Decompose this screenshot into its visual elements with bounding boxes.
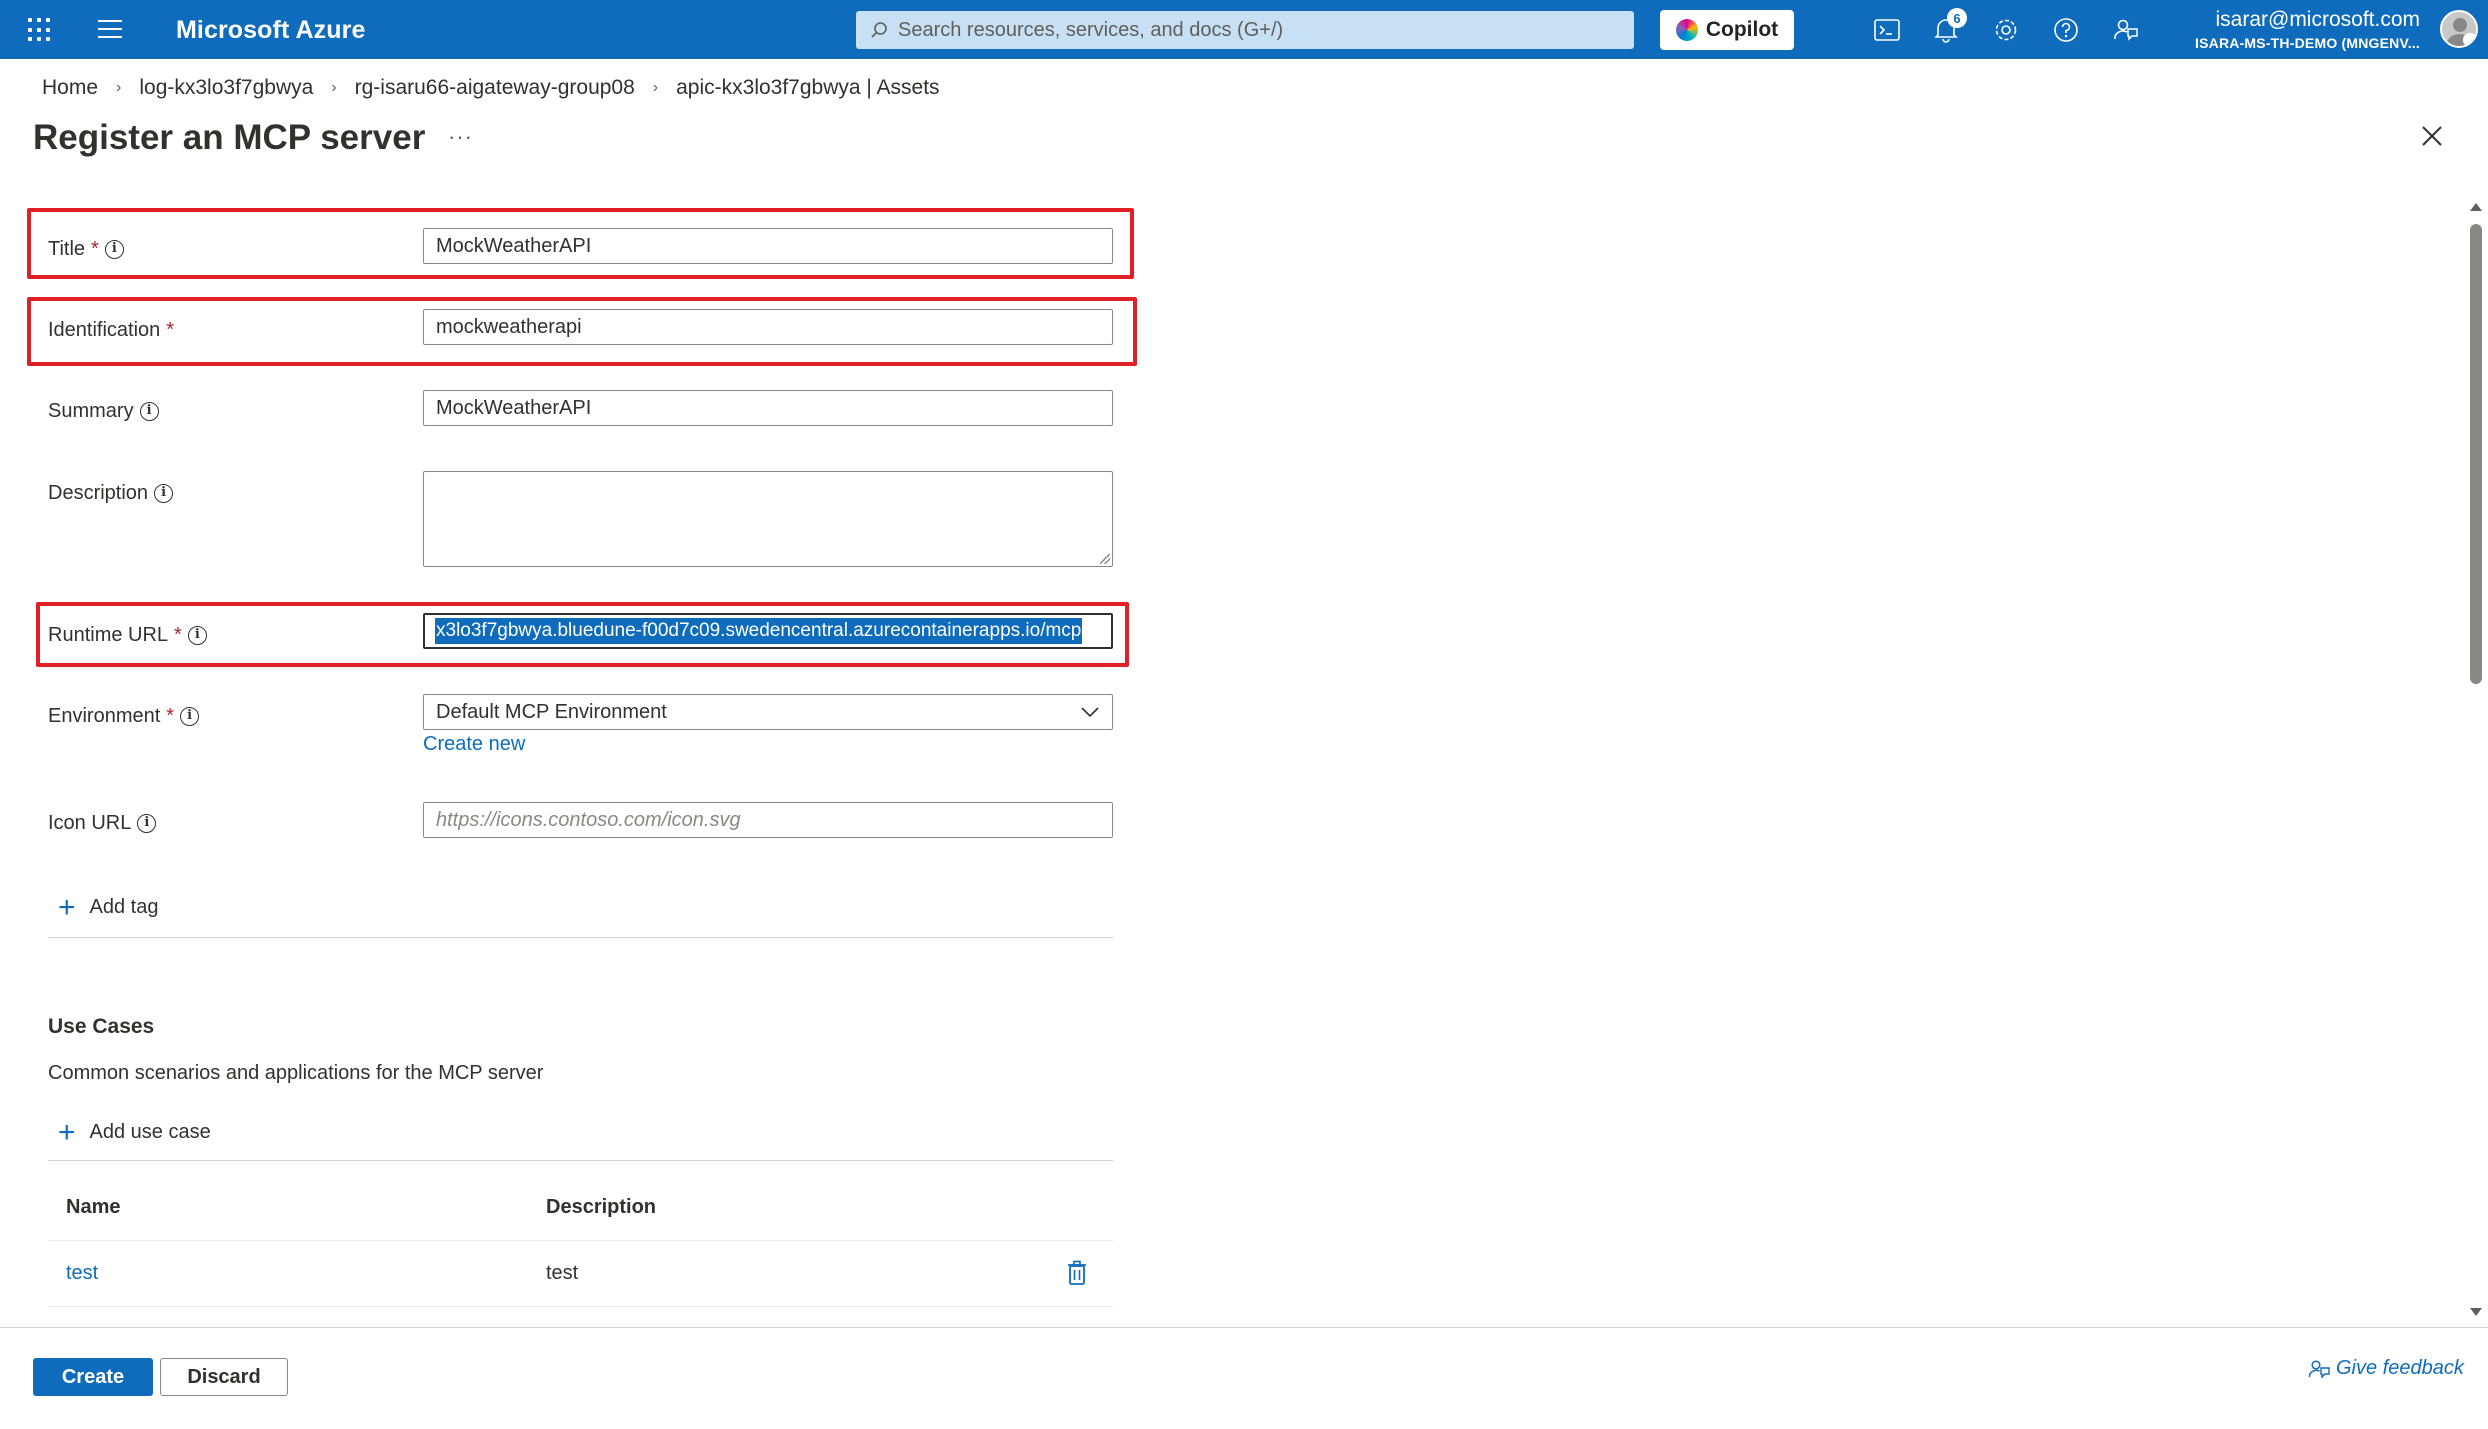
give-feedback-label: Give feedback (2336, 1357, 2464, 1379)
divider (48, 1160, 1113, 1161)
discard-button[interactable]: Discard (160, 1358, 288, 1396)
use-cases-description: Common scenarios and applications for th… (48, 1062, 544, 1084)
delete-trash-icon[interactable] (1066, 1260, 1088, 1286)
avatar[interactable] (2440, 10, 2478, 48)
plus-icon: + (58, 890, 76, 924)
column-header-description: Description (546, 1196, 657, 1218)
create-new-environment-link[interactable]: Create new (423, 733, 525, 756)
title-label: Title * i (48, 238, 124, 261)
portal-menu-icon[interactable] (98, 20, 122, 38)
environment-label: Environment * i (48, 705, 200, 728)
required-marker: * (174, 624, 182, 646)
resize-handle-icon[interactable] (1100, 554, 1110, 564)
runtime-url-selected-text: x3lo3f7gbwya.bluedune-f00d7c09.swedencen… (435, 618, 1083, 644)
summary-input[interactable]: MockWeatherAPI (423, 390, 1113, 426)
breadcrumb-resource-group[interactable]: rg-isaru66-aigateway-group08 (355, 76, 635, 100)
settings-gear-icon[interactable] (1990, 14, 2022, 46)
top-bar: Microsoft Azure Search resources, servic… (0, 0, 2488, 59)
more-options-icon[interactable]: ··· (448, 124, 473, 150)
account-menu[interactable]: isarar@microsoft.com ISARA-MS-TH-DEMO (M… (2195, 8, 2420, 51)
icon-url-input[interactable]: https://icons.contoso.com/icon.svg (423, 802, 1113, 838)
identification-label-text: Identification (48, 319, 161, 341)
add-use-case-label: Add use case (89, 1121, 211, 1143)
vertical-scrollbar-thumb[interactable] (2470, 224, 2482, 684)
icon-url-label-text: Icon URL (48, 812, 132, 834)
description-label: Description i (48, 482, 174, 505)
search-input[interactable]: Search resources, services, and docs (G+… (856, 11, 1634, 49)
info-icon[interactable]: i (137, 814, 157, 833)
feedback-person-icon (2308, 1359, 2330, 1379)
create-button[interactable]: Create (33, 1358, 153, 1396)
copilot-button[interactable]: Copilot (1660, 10, 1794, 50)
lock-icon (2463, 33, 2476, 46)
divider (48, 937, 1113, 938)
account-email: isarar@microsoft.com (2215, 8, 2420, 31)
breadcrumb-api-center-assets[interactable]: apic-kx3lo3f7gbwya | Assets (676, 76, 939, 100)
chevron-right-icon: › (652, 79, 659, 96)
copilot-icon (1675, 19, 1698, 41)
brand-title[interactable]: Microsoft Azure (176, 16, 365, 45)
required-marker: * (91, 238, 99, 260)
chevron-right-icon: › (116, 79, 122, 96)
add-use-case-button[interactable]: + Add use case (58, 1115, 211, 1149)
breadcrumb-log-workspace[interactable]: log-kx3lo3f7gbwya (139, 76, 313, 100)
app-launcher-icon[interactable] (28, 18, 52, 42)
search-placeholder: Search resources, services, and docs (G+… (898, 18, 1284, 41)
runtime-url-label-text: Runtime URL (48, 624, 169, 646)
table-row-divider (48, 1240, 1113, 1241)
copilot-label: Copilot (1705, 18, 1779, 41)
add-tag-label: Add tag (89, 896, 159, 918)
runtime-url-label: Runtime URL * i (48, 624, 207, 647)
help-icon[interactable] (2050, 14, 2082, 46)
use-cases-title: Use Cases (48, 1015, 155, 1038)
notification-count-badge: 6 (1947, 8, 1967, 28)
description-label-text: Description (48, 482, 149, 504)
identification-label: Identification * (48, 319, 174, 342)
info-icon[interactable]: i (180, 707, 200, 726)
info-icon[interactable]: i (139, 402, 159, 421)
chevron-right-icon: › (331, 79, 337, 96)
breadcrumb: Home › log-kx3lo3f7gbwya › rg-isaru66-ai… (42, 76, 940, 100)
identification-input[interactable]: mockweatherapi (423, 309, 1113, 345)
column-header-name: Name (66, 1196, 121, 1218)
add-tag-button[interactable]: + Add tag (58, 890, 159, 924)
environment-select[interactable]: Default MCP Environment (423, 694, 1113, 730)
icon-url-label: Icon URL i (48, 812, 157, 835)
info-icon[interactable]: i (187, 626, 207, 645)
account-tenant: ISARA-MS-TH-DEMO (MNGENV... (2195, 35, 2420, 51)
scroll-down-arrow-icon[interactable] (2470, 1308, 2482, 1316)
plus-icon: + (58, 1115, 76, 1149)
title-input[interactable]: MockWeatherAPI (423, 228, 1113, 264)
title-label-text: Title (48, 238, 86, 260)
give-feedback-link[interactable]: Give feedback (2308, 1357, 2464, 1380)
use-case-name-link[interactable]: test (66, 1262, 98, 1285)
scroll-up-arrow-icon[interactable] (2470, 203, 2482, 211)
environment-selected-value: Default MCP Environment (436, 700, 667, 723)
required-marker: * (166, 319, 175, 341)
info-icon[interactable]: i (154, 484, 174, 503)
description-textarea[interactable] (423, 471, 1113, 567)
page-title: Register an MCP server (33, 118, 426, 157)
search-icon (871, 22, 887, 38)
runtime-url-input[interactable]: x3lo3f7gbwya.bluedune-f00d7c09.swedencen… (423, 613, 1113, 649)
use-case-description: test (546, 1262, 579, 1284)
footer-divider (0, 1327, 2488, 1328)
close-icon[interactable] (2418, 122, 2446, 150)
summary-label-text: Summary (48, 400, 134, 422)
cloud-shell-icon[interactable] (1871, 14, 1903, 46)
info-icon[interactable]: i (104, 240, 124, 259)
required-marker: * (166, 705, 175, 727)
summary-label: Summary i (48, 400, 159, 423)
feedback-icon[interactable] (2110, 14, 2142, 46)
chevron-down-icon (1081, 707, 1099, 718)
breadcrumb-home[interactable]: Home (42, 76, 98, 100)
table-row-divider (48, 1306, 1113, 1307)
environment-label-text: Environment (48, 705, 161, 727)
